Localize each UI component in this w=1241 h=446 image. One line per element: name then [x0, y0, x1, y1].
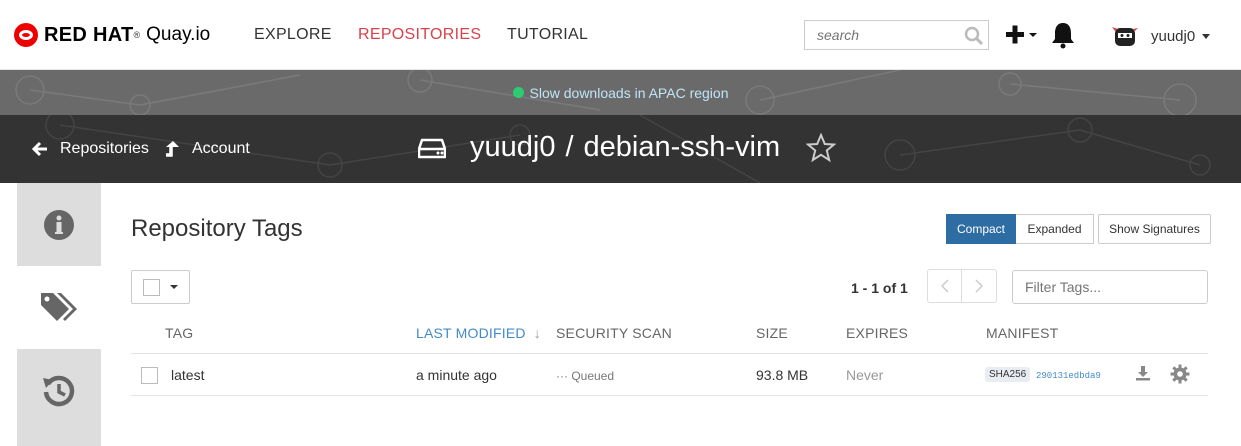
- bulk-select-dropdown[interactable]: [131, 270, 190, 304]
- table-divider: [131, 395, 1208, 396]
- chevron-left-icon: [940, 279, 949, 293]
- nav-repositories[interactable]: REPOSITORIES: [358, 26, 481, 44]
- tab-info[interactable]: [17, 183, 101, 266]
- create-plus-icon[interactable]: [1004, 22, 1040, 48]
- column-header-expires[interactable]: EXPIRES: [846, 325, 908, 341]
- column-header-size[interactable]: SIZE: [756, 325, 788, 341]
- tags-icon: [41, 292, 77, 321]
- star-icon[interactable]: [806, 132, 837, 163]
- compact-view-button[interactable]: Compact: [946, 214, 1016, 244]
- manifest-digest[interactable]: 290131edbda9: [1036, 371, 1101, 381]
- column-header-last-modified[interactable]: LAST MODIFIED ↓: [416, 325, 541, 341]
- history-icon: [43, 375, 75, 406]
- brand-registered: ®: [133, 30, 141, 40]
- table-divider: [131, 353, 1208, 354]
- account-link[interactable]: Account: [164, 140, 250, 158]
- expires-value[interactable]: Never: [846, 367, 883, 383]
- status-dot-icon: [512, 87, 524, 98]
- repo-name: debian-ssh-vim: [583, 131, 781, 163]
- brand-product: Quay.io: [146, 24, 211, 45]
- user-avatar-icon: [1112, 27, 1138, 46]
- username: yuudj0: [1151, 27, 1196, 45]
- filter-tags-box: [1012, 270, 1208, 304]
- chevron-right-icon: [975, 279, 984, 293]
- search-input[interactable]: [805, 21, 955, 49]
- expanded-view-button[interactable]: Expanded: [1016, 214, 1094, 244]
- repository-side-tabs: [17, 183, 101, 446]
- redhat-logo-icon: [14, 23, 38, 47]
- back-label: Repositories: [60, 140, 149, 157]
- chevron-down-icon: [170, 285, 178, 289]
- repo-namespace[interactable]: yuudj0: [470, 131, 555, 164]
- search-icon[interactable]: [964, 26, 984, 46]
- view-mode-toggle: Compact Expanded Show Signatures: [946, 214, 1211, 244]
- gear-icon[interactable]: [1170, 364, 1190, 384]
- tab-tags[interactable]: [17, 266, 101, 349]
- pagination: [927, 269, 997, 303]
- alert-banner: Slow downloads in APAC region: [0, 70, 1241, 115]
- security-scan-status: ··· Queued: [556, 369, 615, 383]
- download-icon[interactable]: [1135, 365, 1151, 381]
- level-up-icon: [166, 141, 179, 157]
- select-all-checkbox[interactable]: [143, 278, 160, 296]
- nav-tutorial[interactable]: TUTORIAL: [507, 26, 588, 44]
- tag-name[interactable]: latest: [171, 367, 204, 383]
- repository-header: Repositories Account yuudj0 / debian-ssh…: [0, 115, 1241, 183]
- row-select-checkbox[interactable]: [141, 367, 158, 384]
- scan-status-label: Queued: [571, 369, 615, 383]
- search-box: [804, 20, 989, 50]
- sort-down-icon: ↓: [533, 325, 541, 341]
- notifications-bell-icon[interactable]: [1050, 21, 1076, 49]
- repo-separator: /: [565, 131, 574, 163]
- last-modified-value: a minute ago: [416, 367, 497, 383]
- arrow-left-icon: [32, 141, 47, 157]
- previous-page-button[interactable]: [928, 270, 963, 302]
- back-to-repositories-link[interactable]: Repositories: [32, 140, 149, 158]
- user-menu[interactable]: yuudj0: [1112, 23, 1211, 49]
- column-header-security-scan[interactable]: SECURITY SCAN: [556, 325, 672, 341]
- chevron-down-icon: [1202, 33, 1211, 39]
- alert-message[interactable]: Slow downloads in APAC region: [530, 85, 729, 101]
- show-signatures-button[interactable]: Show Signatures: [1098, 214, 1211, 244]
- paging-info: 1 - 1 of 1: [851, 280, 908, 296]
- page-title: Repository Tags: [131, 215, 303, 242]
- size-value: 93.8 MB: [756, 367, 809, 383]
- next-page-button[interactable]: [962, 270, 996, 302]
- info-icon: [44, 209, 74, 240]
- filter-tags-input[interactable]: [1013, 271, 1203, 303]
- column-header-manifest: MANIFEST: [986, 325, 1059, 341]
- nav-explore[interactable]: EXPLORE: [254, 26, 332, 44]
- brand-logo[interactable]: RED HAT ® Quay.io: [14, 22, 210, 48]
- digest-type-badge: SHA256: [985, 367, 1031, 382]
- last-modified-label: LAST MODIFIED: [416, 325, 526, 341]
- brand-company: RED HAT: [44, 23, 134, 46]
- top-navbar: RED HAT ® Quay.io EXPLORE REPOSITORIES T…: [0, 0, 1241, 70]
- repository-title: yuudj0 / debian-ssh-vim: [418, 131, 837, 164]
- account-label: Account: [192, 140, 250, 157]
- tags-panel: Repository Tags Compact Expanded Show Si…: [101, 183, 1241, 446]
- column-header-tag[interactable]: TAG: [165, 325, 193, 341]
- hard-drive-icon: [418, 138, 446, 158]
- tab-history[interactable]: [17, 349, 101, 432]
